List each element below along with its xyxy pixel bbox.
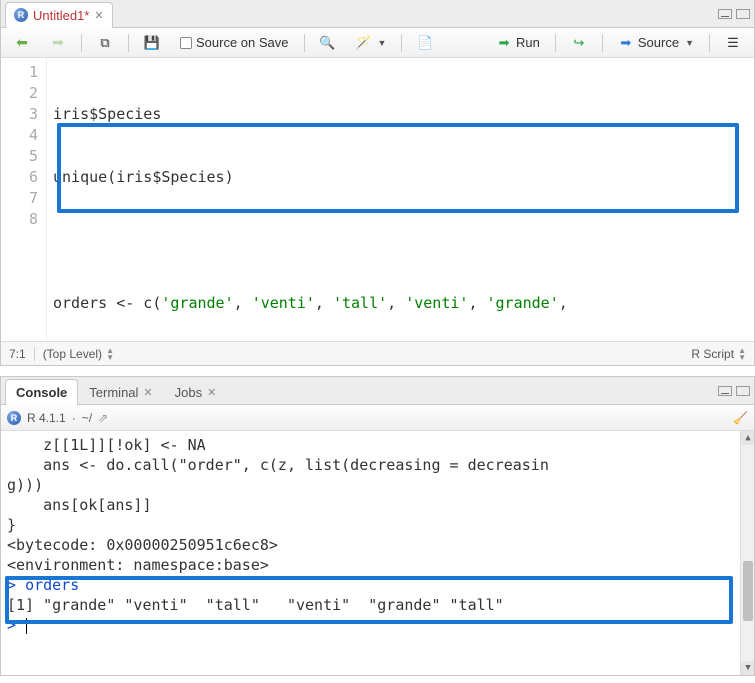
prompt-symbol: > xyxy=(7,616,25,634)
code-line: orders <- c('grande', 'venti', 'tall', '… xyxy=(53,293,748,314)
editor-toolbar: ⬅ ➡ ⧉ 💾 Source on Save 🔍 🪄▼ 📄 ➡ Run ↪ ➡ … xyxy=(1,28,754,58)
save-disk-icon: 💾 xyxy=(144,35,160,51)
tab-console[interactable]: Console xyxy=(5,379,78,405)
maximize-pane-icon[interactable] xyxy=(736,386,750,396)
rerun-icon: ↪ xyxy=(571,35,587,51)
gutter-num: 7 xyxy=(5,188,38,209)
close-icon[interactable]: ✕ xyxy=(207,386,216,399)
save-button[interactable]: 💾 xyxy=(137,32,167,54)
console-line: <bytecode: 0x00000250951c6ec8> xyxy=(7,535,748,555)
minimize-pane-icon[interactable] xyxy=(718,9,732,19)
compile-report-button[interactable]: 📄 xyxy=(410,32,440,54)
run-arrow-icon: ➡ xyxy=(496,35,512,51)
gutter-num: 1 xyxy=(5,62,38,83)
language-selector[interactable]: R Script ▲▼ xyxy=(691,347,746,361)
notebook-icon: 📄 xyxy=(417,35,433,51)
console-line: } xyxy=(7,515,748,535)
tab-jobs[interactable]: Jobs✕ xyxy=(164,379,228,405)
show-in-new-window-button[interactable]: ⧉ xyxy=(90,32,120,54)
minimize-pane-icon[interactable] xyxy=(718,386,732,396)
console-line: [1] "grande" "venti" "tall" "venti" "gra… xyxy=(7,595,748,615)
chevron-down-icon: ▼ xyxy=(685,38,694,48)
gutter-num: 4 xyxy=(5,125,38,146)
tab-terminal[interactable]: Terminal✕ xyxy=(78,379,163,405)
file-tab-untitled1[interactable]: R Untitled1* ✕ xyxy=(5,2,113,28)
run-label: Run xyxy=(516,35,540,50)
source-label: Source xyxy=(638,35,679,50)
console-line: > orders xyxy=(7,575,748,595)
popout-icon: ⧉ xyxy=(97,35,113,51)
console-line: ans[ok[ans]] xyxy=(7,495,748,515)
sort-arrows-icon: ▲▼ xyxy=(738,347,746,361)
console-line: z[[1L]][!ok] <- NA xyxy=(7,435,748,455)
code-line xyxy=(53,230,748,251)
outline-icon: ☰ xyxy=(725,35,741,51)
r-version-label: R 4.1.1 xyxy=(27,411,66,425)
console-output[interactable]: z[[1L]][!ok] <- NA ans <- do.call("order… xyxy=(1,431,754,675)
gutter-num: 8 xyxy=(5,209,38,230)
wd-popout-icon[interactable]: ⇗ xyxy=(98,411,108,425)
console-line: g))) xyxy=(7,475,748,495)
scroll-thumb[interactable] xyxy=(743,561,753,621)
console-line: ans <- do.call("order", c(z, list(decrea… xyxy=(7,455,748,475)
r-badge-icon: R xyxy=(14,8,28,22)
vertical-scrollbar[interactable]: ▲ ▼ xyxy=(740,431,754,675)
scroll-up-icon[interactable]: ▲ xyxy=(741,431,754,445)
find-replace-button[interactable]: 🔍 xyxy=(313,32,343,54)
wand-icon: 🪄 xyxy=(356,35,372,51)
console-line: <environment: namespace:base> xyxy=(7,555,748,575)
maximize-pane-icon[interactable] xyxy=(736,9,750,19)
outline-button[interactable]: ☰ xyxy=(718,32,748,54)
console-pane: Console Terminal✕ Jobs✕ R R 4.1.1 · ~/ ⇗… xyxy=(0,376,755,676)
code-tools-button[interactable]: 🪄▼ xyxy=(349,32,394,54)
console-subbar: R R 4.1.1 · ~/ ⇗ 🧹 xyxy=(1,405,754,431)
working-dir[interactable]: ~/ xyxy=(82,411,92,425)
source-editor-pane: R Untitled1* ✕ ⬅ ➡ ⧉ 💾 Source on Save 🔍 … xyxy=(0,0,755,366)
code-text[interactable]: iris$Species unique(iris$Species) orders… xyxy=(47,58,754,341)
run-button[interactable]: ➡ Run xyxy=(489,32,547,54)
gutter-num: 2 xyxy=(5,83,38,104)
nav-back-button[interactable]: ⬅ xyxy=(7,32,37,54)
gutter-num: 5 xyxy=(5,146,38,167)
close-icon[interactable]: ✕ xyxy=(143,386,152,399)
code-line: iris$Species xyxy=(53,104,748,125)
source-arrow-icon: ➡ xyxy=(618,35,634,51)
scroll-down-icon[interactable]: ▼ xyxy=(741,661,754,675)
source-on-save-checkbox[interactable]: Source on Save xyxy=(173,32,296,53)
dot-separator: · xyxy=(72,411,76,425)
clear-console-icon[interactable]: 🧹 xyxy=(733,411,748,425)
scope-selector[interactable]: (Top Level) ▲▼ xyxy=(43,347,114,361)
text-cursor xyxy=(26,618,27,634)
magnifier-icon: 🔍 xyxy=(320,35,336,51)
close-tab-icon[interactable]: ✕ xyxy=(94,9,103,22)
language-label: R Script xyxy=(691,347,734,361)
code-line: unique(iris$Species) xyxy=(53,167,748,188)
sort-arrows-icon: ▲▼ xyxy=(106,347,114,361)
r-badge-icon: R xyxy=(7,411,21,425)
line-gutter: 1 2 3 4 5 6 7 8 xyxy=(1,58,47,341)
console-line: > xyxy=(7,615,748,635)
console-tabbar: Console Terminal✕ Jobs✕ xyxy=(1,377,754,405)
editor-tabbar: R Untitled1* ✕ xyxy=(1,0,754,28)
prompt-symbol: > xyxy=(7,576,25,594)
scope-label: (Top Level) xyxy=(43,347,102,361)
code-area[interactable]: 1 2 3 4 5 6 7 8 iris$Species unique(iris… xyxy=(1,58,754,341)
editor-statusbar: 7:1 (Top Level) ▲▼ R Script ▲▼ xyxy=(1,341,754,365)
gutter-num: 6 xyxy=(5,167,38,188)
rerun-button[interactable]: ↪ xyxy=(564,32,594,54)
checkbox-icon xyxy=(180,37,192,49)
source-on-save-label: Source on Save xyxy=(196,35,289,50)
source-button[interactable]: ➡ Source ▼ xyxy=(611,32,701,54)
cursor-position: 7:1 xyxy=(9,347,26,361)
file-tab-title: Untitled1* xyxy=(33,8,89,23)
nav-forward-button[interactable]: ➡ xyxy=(43,32,73,54)
gutter-num: 3 xyxy=(5,104,38,125)
chevron-down-icon: ▼ xyxy=(378,38,387,48)
